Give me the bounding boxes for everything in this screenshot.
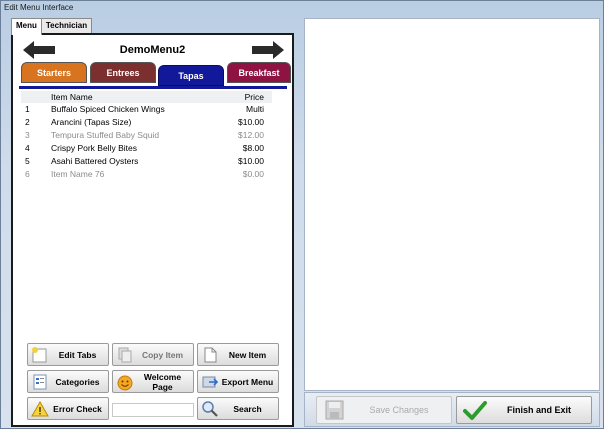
categories-icon bbox=[33, 374, 47, 389]
category-tabs: Starters Entrees Tapas Breakfast bbox=[19, 62, 291, 86]
edit-tabs-icon bbox=[32, 346, 47, 362]
new-item-button[interactable]: New Item bbox=[197, 343, 279, 366]
welcome-page-button[interactable]: Welcome Page bbox=[112, 370, 194, 393]
error-check-button[interactable]: Error Check bbox=[27, 397, 109, 420]
edit-menu-window: Edit Menu Interface Menu Technician Demo… bbox=[0, 0, 604, 429]
category-tab-entrees[interactable]: Entrees bbox=[90, 62, 156, 83]
search-icon bbox=[202, 400, 218, 417]
bottom-action-bar: Save Changes Finish and Exit bbox=[304, 392, 600, 427]
save-changes-button[interactable]: Save Changes bbox=[316, 396, 452, 424]
copy-item-button[interactable]: Copy Item bbox=[112, 343, 194, 366]
warning-icon bbox=[31, 400, 49, 416]
edit-tabs-button[interactable]: Edit Tabs bbox=[27, 343, 109, 366]
preview-panel bbox=[304, 18, 600, 391]
finish-and-exit-button[interactable]: Finish and Exit bbox=[456, 396, 592, 424]
new-document-icon bbox=[204, 347, 217, 362]
categories-button[interactable]: Categories bbox=[27, 370, 109, 393]
category-tab-tapas[interactable]: Tapas bbox=[158, 65, 224, 86]
list-item[interactable]: 6 Item Name 76 $0.00 bbox=[21, 168, 272, 181]
column-header-price: Price bbox=[244, 92, 264, 102]
checkmark-icon bbox=[463, 401, 487, 420]
tab-strip: Menu Technician bbox=[11, 18, 93, 35]
tab-menu[interactable]: Menu bbox=[11, 18, 42, 35]
list-item[interactable]: 1 Buffalo Spiced Chicken Wings Multi bbox=[21, 103, 272, 116]
column-header-item-name: Item Name bbox=[51, 92, 93, 102]
copy-icon bbox=[118, 347, 132, 362]
search-input[interactable] bbox=[112, 403, 194, 417]
items-list: Item Name Price 1 Buffalo Spiced Chicken… bbox=[21, 91, 272, 181]
list-item[interactable]: 3 Tempura Stuffed Baby Squid $12.00 bbox=[21, 129, 272, 142]
arrow-right-icon[interactable] bbox=[252, 41, 284, 59]
list-header: Item Name Price bbox=[21, 91, 272, 103]
window-title: Edit Menu Interface bbox=[4, 3, 74, 12]
category-tab-breakfast[interactable]: Breakfast bbox=[227, 62, 291, 83]
list-item[interactable]: 2 Arancini (Tapas Size) $10.00 bbox=[21, 116, 272, 129]
menu-name: DemoMenu2 bbox=[119, 44, 186, 56]
tab-technician[interactable]: Technician bbox=[40, 18, 93, 33]
smiley-icon bbox=[117, 375, 133, 390]
menu-panel: DemoMenu2 Starters Entrees Tapas Breakfa… bbox=[11, 33, 294, 427]
list-item[interactable]: 4 Crispy Pork Belly Bites $8.00 bbox=[21, 142, 272, 155]
search-button[interactable]: Search bbox=[197, 397, 279, 420]
export-icon bbox=[202, 376, 219, 387]
save-disk-icon bbox=[325, 400, 344, 420]
list-scrollbar[interactable] bbox=[276, 91, 286, 366]
list-item[interactable]: 5 Asahi Battered Oysters $10.00 bbox=[21, 155, 272, 168]
selected-category-underline bbox=[19, 86, 287, 89]
category-tab-starters[interactable]: Starters bbox=[21, 62, 87, 83]
export-menu-button[interactable]: Export Menu bbox=[197, 370, 279, 393]
